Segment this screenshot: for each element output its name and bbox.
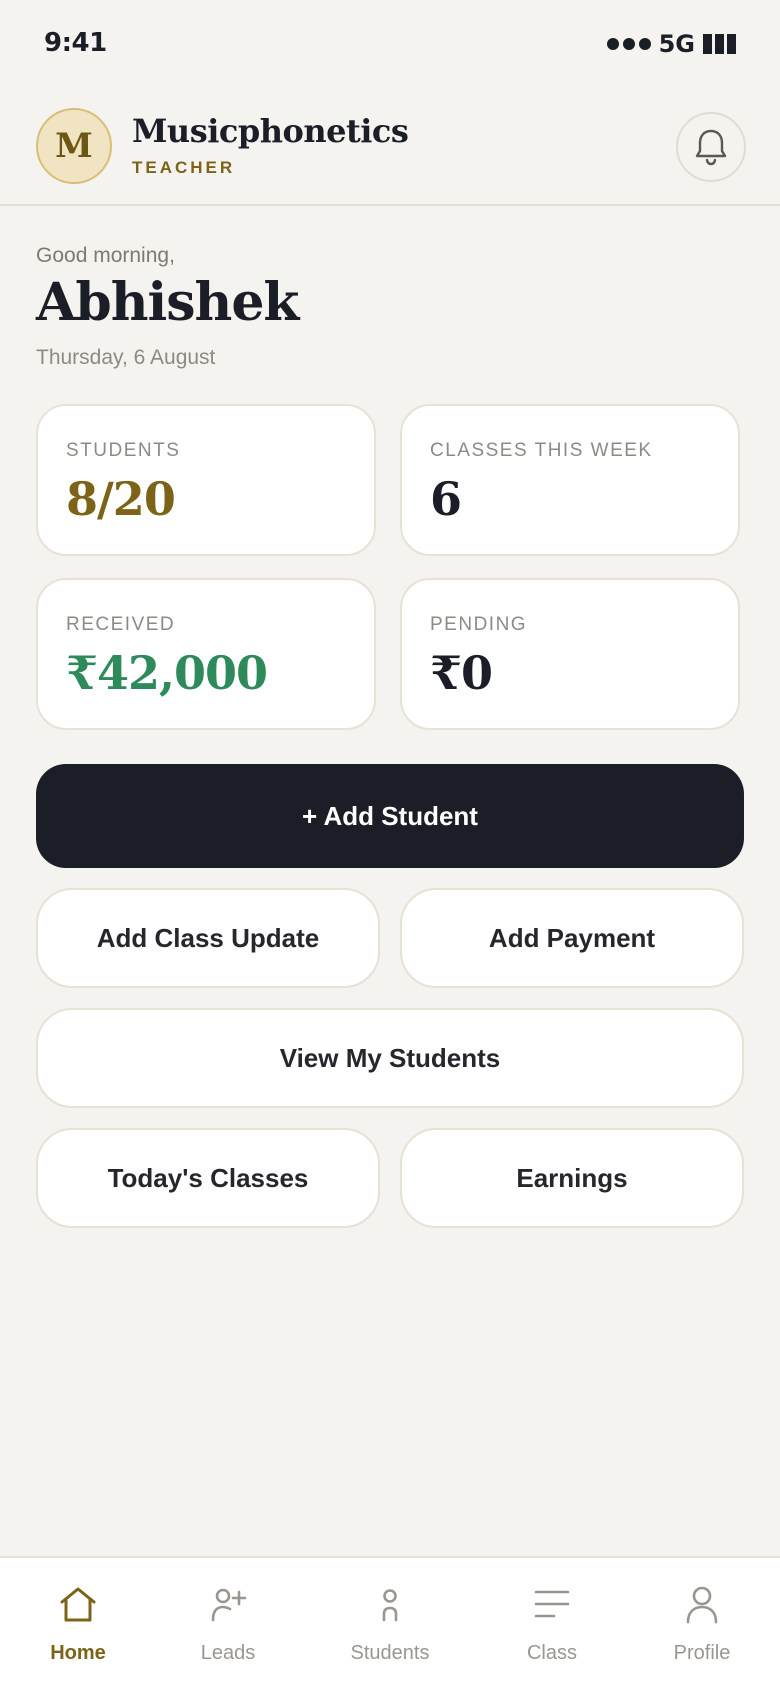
bottom-tab-bar: Home Leads Students Class Profile <box>0 1556 780 1690</box>
tab-home[interactable]: Home <box>0 1558 156 1690</box>
add-class-update-button[interactable]: Add Class Update <box>36 888 380 988</box>
network-label: 5G <box>658 30 695 58</box>
role-label: TEACHER <box>132 158 236 177</box>
tab-students[interactable]: Students <box>312 1558 468 1690</box>
stat-value: ₹0 <box>430 646 493 700</box>
tab-leads[interactable]: Leads <box>150 1558 306 1690</box>
stat-value: ₹42,000 <box>66 646 268 700</box>
tab-class[interactable]: Class <box>474 1558 630 1690</box>
tab-label: Profile <box>673 1642 731 1664</box>
user-name: Abhishek <box>36 272 299 333</box>
add-person-icon <box>211 1588 247 1622</box>
stat-label: CLASSES THIS WEEK <box>430 440 653 461</box>
stat-label: RECEIVED <box>66 614 176 635</box>
view-students-button[interactable]: View My Students <box>36 1008 744 1108</box>
stat-label: PENDING <box>430 614 528 635</box>
stat-card-students[interactable]: STUDENTS 8/20 <box>36 404 376 556</box>
tab-label: Students <box>350 1642 430 1664</box>
todays-classes-button[interactable]: Today's Classes <box>36 1128 380 1228</box>
add-student-button[interactable]: + Add Student <box>36 764 744 868</box>
person-icon <box>382 1589 398 1622</box>
tab-profile[interactable]: Profile <box>624 1558 780 1690</box>
home-icon <box>60 1587 96 1622</box>
tab-label: Leads <box>200 1642 256 1664</box>
stat-value: 8/20 <box>66 472 176 526</box>
stat-card-pending[interactable]: PENDING ₹0 <box>400 578 740 730</box>
battery-icon <box>703 34 736 54</box>
avatar[interactable]: M <box>36 108 112 184</box>
stat-card-classes[interactable]: CLASSES THIS WEEK 6 <box>400 404 740 556</box>
signal-icon <box>606 38 651 50</box>
tab-label: Class <box>526 1642 577 1664</box>
status-indicators: 5G <box>606 30 736 58</box>
menu-lines-icon <box>534 1590 570 1618</box>
add-payment-button[interactable]: Add Payment <box>400 888 744 988</box>
app-header: M Musicphonetics TEACHER <box>0 96 780 206</box>
tab-label: Home <box>50 1642 106 1664</box>
stat-label: STUDENTS <box>66 440 181 461</box>
notifications-button[interactable] <box>676 112 746 182</box>
brand-name: Musicphonetics <box>132 112 409 150</box>
status-time: 9:41 <box>44 28 107 58</box>
greeting-text: Good morning, <box>36 244 175 267</box>
earnings-button[interactable]: Earnings <box>400 1128 744 1228</box>
stat-value: 6 <box>430 472 462 526</box>
current-date: Thursday, 6 August <box>36 346 216 369</box>
status-bar: 9:41 5G <box>0 0 780 90</box>
profile-icon <box>686 1586 718 1624</box>
stat-card-received[interactable]: RECEIVED ₹42,000 <box>36 578 376 730</box>
bell-icon <box>695 129 727 166</box>
